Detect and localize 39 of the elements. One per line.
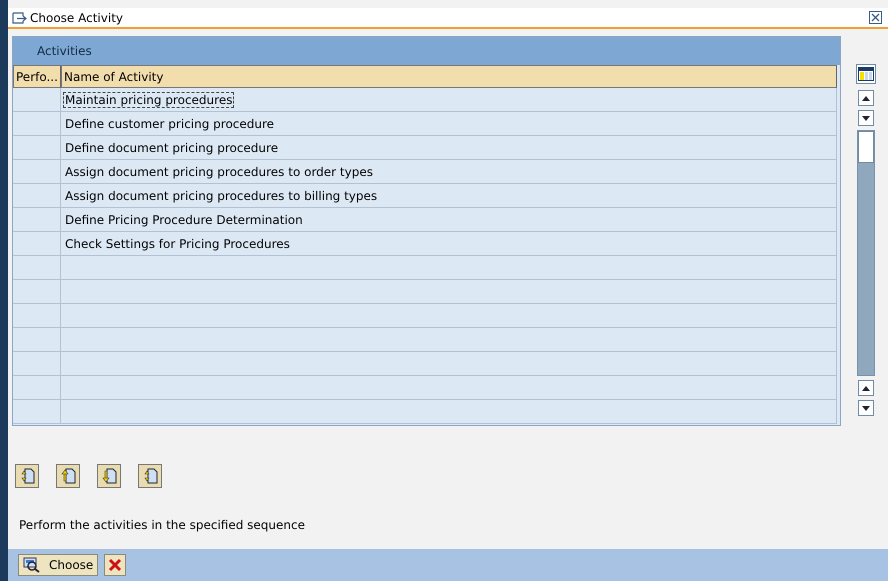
scroll-down-button[interactable] <box>858 110 874 126</box>
cancel-button[interactable] <box>104 554 126 576</box>
activity-name[interactable]: Assign document pricing procedures to billing types <box>63 188 380 204</box>
activity-name[interactable]: Define document pricing procedure <box>63 140 280 156</box>
cancel-icon <box>108 558 122 572</box>
window-title: Choose Activity <box>30 10 124 24</box>
column-header[interactable]: Perfo... <box>13 65 61 88</box>
table-cell <box>13 400 61 424</box>
dialog-icon <box>12 12 28 24</box>
scroll-up-button[interactable] <box>858 90 874 106</box>
down-arrow-icon <box>862 406 870 410</box>
scroll-down-button[interactable] <box>858 400 874 416</box>
table-cell <box>13 376 61 400</box>
layout-icon[interactable] <box>856 64 876 84</box>
activity-name[interactable]: Assign document pricing procedures to order types <box>63 164 375 180</box>
activity-name[interactable]: Define Pricing Procedure Determination <box>63 212 305 228</box>
activity-name[interactable]: Define customer pricing procedure <box>63 116 276 132</box>
move-up-icon[interactable] <box>56 464 80 488</box>
close-button[interactable] <box>869 11 882 24</box>
table-cell <box>13 280 61 304</box>
up-arrow-icon <box>862 386 870 390</box>
hint-text: Perform the activities in the specified sequence <box>19 518 306 532</box>
collapse-icon[interactable] <box>138 464 162 488</box>
table-cell <box>13 328 61 352</box>
table-cell <box>13 352 61 376</box>
scrollbar-thumb[interactable] <box>858 131 874 163</box>
choose-button[interactable]: Choose <box>18 554 98 576</box>
table-title: Activities <box>37 44 92 58</box>
magnifier-icon <box>23 557 41 573</box>
down-arrow-icon <box>862 116 870 120</box>
table-cell <box>13 256 61 280</box>
scroll-up-button[interactable] <box>858 380 874 396</box>
table-cell <box>13 304 61 328</box>
move-down-icon[interactable] <box>97 464 121 488</box>
activity-name[interactable]: Check Settings for Pricing Procedures <box>63 236 292 252</box>
column-header[interactable]: Name of Activity <box>61 65 837 88</box>
expand-icon[interactable] <box>15 464 39 488</box>
activity-name[interactable]: Maintain pricing procedures <box>63 92 234 108</box>
up-arrow-icon <box>862 96 870 100</box>
